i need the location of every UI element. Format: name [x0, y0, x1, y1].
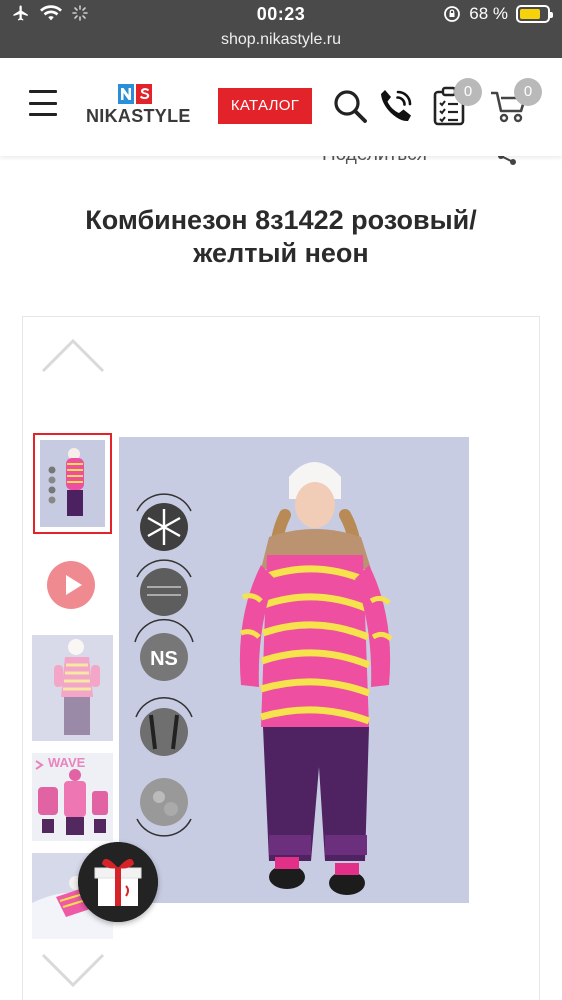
cart-count-badge: 0: [514, 78, 542, 106]
thumbnail-front-image: [40, 440, 105, 527]
product-title-line-2: желтый неон: [193, 238, 369, 268]
gallery-thumbnail-back[interactable]: [32, 635, 113, 741]
battery-percent: 68 %: [469, 4, 508, 23]
menu-icon[interactable]: [29, 90, 57, 116]
svg-text:WAVE: WAVE: [48, 755, 86, 770]
gallery-thumbnail-collage[interactable]: WAVE: [32, 753, 113, 841]
play-video-button[interactable]: [47, 561, 95, 609]
logo[interactable]: NIKASTYLE: [86, 84, 190, 128]
orders-count-badge: 0: [454, 78, 482, 106]
catalog-button[interactable]: КАТАЛОГ: [218, 88, 312, 124]
gallery-down-arrow-icon[interactable]: [41, 953, 105, 989]
product-title: Комбинезон 8з1422 розовый/ желтый неон: [30, 204, 532, 270]
gallery-thumbnail-selected[interactable]: [33, 433, 112, 534]
status-bar: 00:23 68 %: [0, 0, 562, 28]
orientation-lock-icon: [444, 6, 461, 22]
main-product-image[interactable]: NS: [119, 437, 469, 903]
search-icon[interactable]: [332, 88, 368, 124]
battery-icon: [516, 5, 553, 23]
gift-icon[interactable]: [78, 842, 158, 922]
phone-icon[interactable]: [376, 86, 416, 126]
gallery-up-arrow-icon[interactable]: [41, 337, 105, 373]
status-right: 68 %: [443, 4, 553, 24]
logo-text: NIKASTYLE: [86, 106, 191, 126]
url-bar[interactable]: shop.nikastyle.ru: [0, 28, 562, 58]
logo-mark-icon: [118, 84, 152, 104]
svg-text:NS: NS: [150, 648, 178, 670]
product-title-line-1: Комбинезон 8з1422 розовый/: [85, 205, 477, 235]
site-header: NIKASTYLE КАТАЛОГ 0 0: [0, 58, 562, 156]
